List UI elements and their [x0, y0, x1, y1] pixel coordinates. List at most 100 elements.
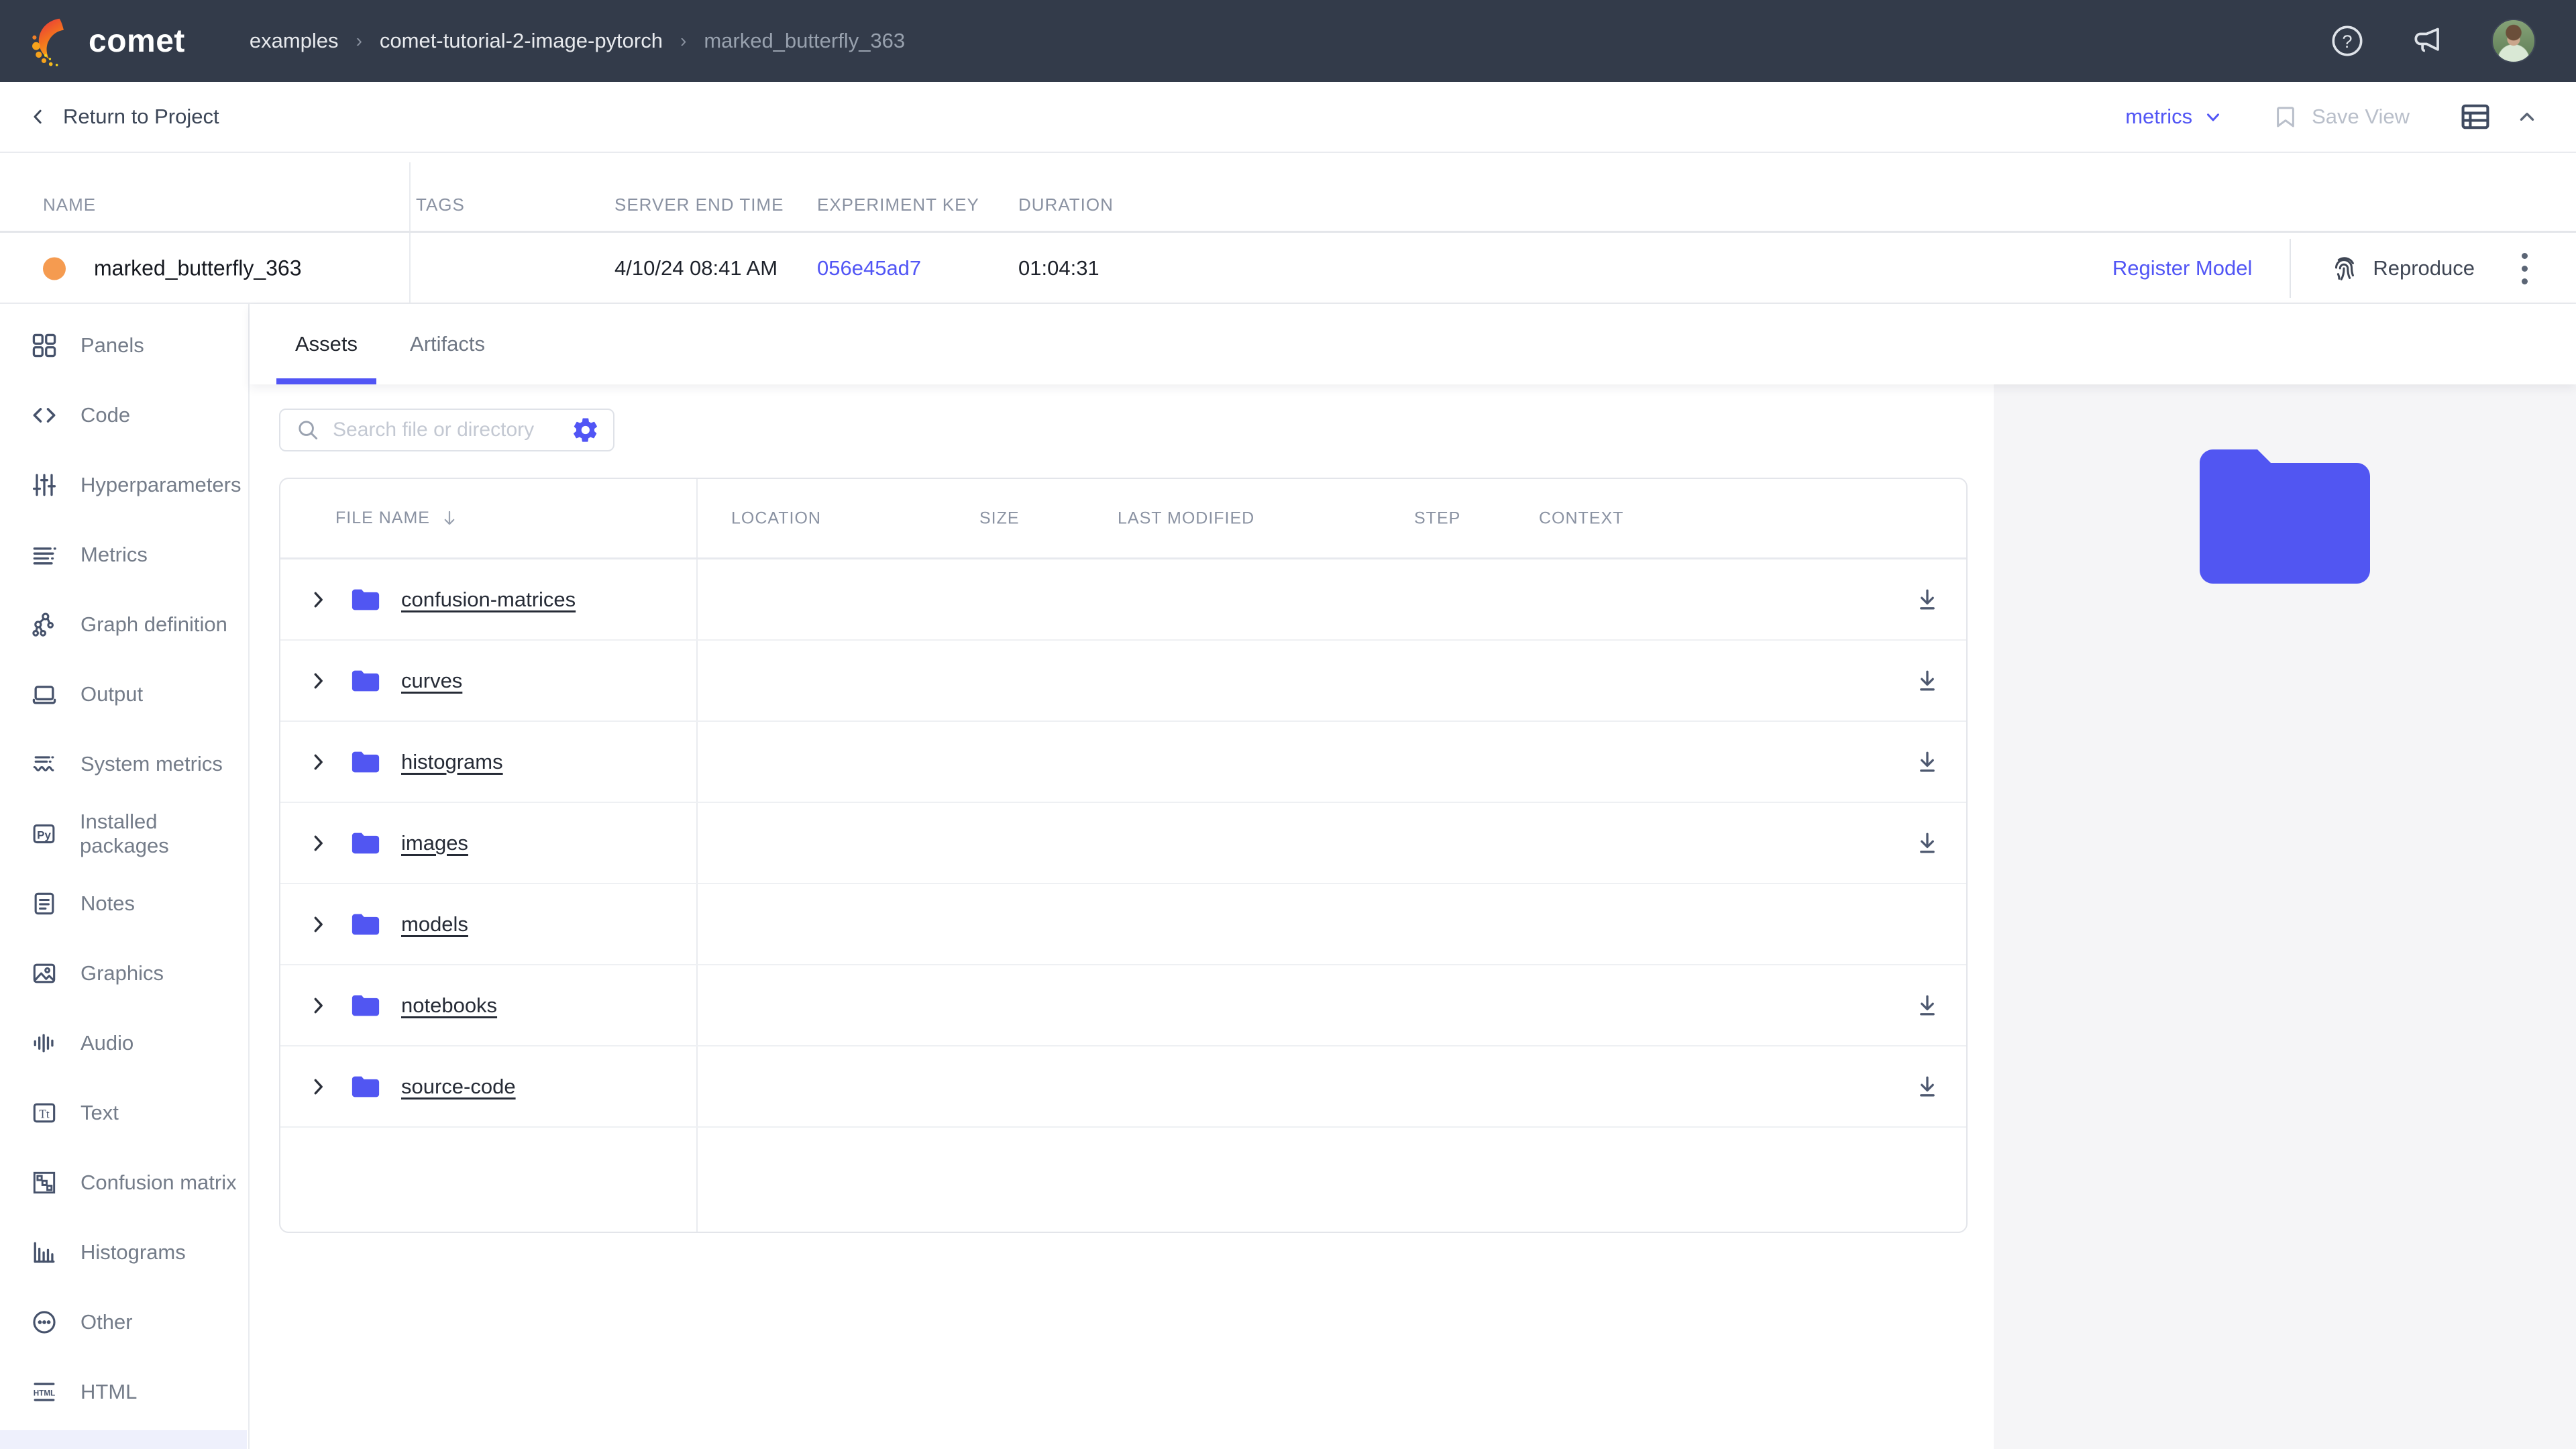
breadcrumb-experiment: marked_butterfly_363 [704, 29, 905, 53]
sidebar-item-hyperparameters[interactable]: Hyperparameters [0, 450, 248, 520]
folder-link[interactable]: histograms [401, 750, 503, 774]
column-header-file-name[interactable]: FILE NAME [335, 508, 460, 529]
tab-assets[interactable]: Assets [276, 304, 376, 384]
ellipsis-circle-icon [30, 1307, 59, 1337]
folder-icon [350, 1073, 381, 1100]
return-to-project-button[interactable]: Return to Project [28, 105, 219, 129]
sort-descending-icon [439, 508, 460, 529]
expand-chevron-icon[interactable] [306, 912, 330, 936]
text-icon: Tt [30, 1098, 59, 1128]
expand-chevron-icon[interactable] [306, 669, 330, 693]
sidebar-item-label: Notes [80, 892, 135, 916]
reproduce-button[interactable]: Reproduce [2328, 253, 2475, 284]
folder-link[interactable]: confusion-matrices [401, 588, 576, 612]
asset-row-notebooks: notebooks [280, 965, 1966, 1046]
comet-logo[interactable]: comet [24, 13, 185, 68]
sidebar-item-label: Output [80, 682, 143, 706]
expand-chevron-icon[interactable] [306, 588, 330, 612]
column-header-step: STEP [1414, 508, 1460, 528]
histogram-icon [30, 1238, 59, 1267]
download-icon[interactable] [1913, 747, 1942, 777]
table-layout-toggle[interactable] [2458, 99, 2538, 134]
tab-assets-label: Assets [295, 332, 358, 356]
download-icon[interactable] [1913, 828, 1942, 858]
experiment-key-link[interactable]: 056e45ad7 [817, 256, 921, 280]
folder-link[interactable]: notebooks [401, 994, 497, 1018]
sidebar-item-panels[interactable]: Panels [0, 311, 248, 380]
asset-row-confusion-matrices: confusion-matrices [280, 559, 1966, 641]
sidebar-item-notes[interactable]: Notes [0, 869, 248, 938]
experiment-name-cell: marked_butterfly_363 [43, 256, 302, 281]
sidebar-item-selected-partial[interactable] [0, 1430, 247, 1449]
folder-icon [350, 830, 381, 857]
experiment-toolbar: Return to Project metrics Save View [0, 82, 2576, 153]
search-settings-gear-icon[interactable] [572, 416, 600, 444]
folder-link[interactable]: models [401, 912, 468, 936]
folder-link[interactable]: curves [401, 669, 462, 693]
table-view-icon [2458, 99, 2493, 134]
sidebar-item-label: Metrics [80, 543, 148, 567]
sidebar-item-audio[interactable]: Audio [0, 1008, 248, 1078]
sidebar-item-graphics[interactable]: Graphics [0, 938, 248, 1008]
tab-artifacts[interactable]: Artifacts [391, 304, 504, 384]
experiment-name: marked_butterfly_363 [94, 256, 302, 281]
return-to-project-label: Return to Project [63, 105, 219, 129]
header-separator [0, 231, 2576, 233]
breadcrumb: examples › comet-tutorial-2-image-pytorc… [250, 29, 905, 53]
fingerprint-icon [2328, 253, 2359, 284]
folder-icon [350, 667, 381, 694]
view-selector-value: metrics [2125, 105, 2192, 129]
register-model-button[interactable]: Register Model [2112, 256, 2252, 280]
sidebar-item-confusion-matrix[interactable]: Confusion matrix [0, 1148, 248, 1218]
sidebar-item-label: Text [80, 1101, 119, 1125]
sidebar-item-code[interactable]: Code [0, 380, 248, 450]
asset-row-models: models [280, 884, 1966, 965]
tab-artifacts-label: Artifacts [410, 332, 485, 356]
sidebar-item-label: Hyperparameters [80, 473, 241, 497]
folder-link[interactable]: source-code [401, 1075, 516, 1099]
breadcrumb-separator: › [680, 30, 686, 52]
download-icon[interactable] [1913, 991, 1942, 1020]
user-avatar[interactable] [2491, 19, 2536, 63]
svg-text:?: ? [2342, 32, 2352, 52]
download-icon[interactable] [1913, 666, 1942, 696]
announcements-megaphone-icon[interactable] [2410, 22, 2447, 60]
breadcrumb-separator: › [356, 30, 362, 52]
asset-row-images: images [280, 803, 1966, 884]
help-icon[interactable]: ? [2329, 23, 2365, 59]
sidebar-item-graph-definition[interactable]: Graph definition [0, 590, 248, 659]
row-overflow-menu-icon[interactable] [2512, 248, 2537, 290]
comet-logo-text: comet [89, 23, 185, 60]
sidebar-item-metrics[interactable]: Metrics [0, 520, 248, 590]
sidebar-item-output[interactable]: Output [0, 659, 248, 729]
breadcrumb-project[interactable]: comet-tutorial-2-image-pytorch [380, 29, 663, 53]
sidebar-item-histograms[interactable]: Histograms [0, 1218, 248, 1287]
breadcrumb-project-group[interactable]: examples [250, 29, 339, 53]
sidebar-item-text[interactable]: Tt Text [0, 1078, 248, 1148]
sidebar-item-html[interactable]: HTML HTML [0, 1357, 248, 1427]
bookmark-icon [2271, 103, 2300, 131]
download-icon[interactable] [1913, 1072, 1942, 1102]
expand-chevron-icon[interactable] [306, 750, 330, 774]
assets-table-header: FILE NAME LOCATION SIZE LAST MODIFIED ST… [280, 479, 1966, 559]
image-icon [30, 959, 59, 988]
save-view-button[interactable]: Save View [2271, 103, 2410, 131]
expand-chevron-icon[interactable] [306, 831, 330, 855]
sidebar-item-label: Graphics [80, 961, 164, 985]
terminal-output-icon [30, 680, 59, 709]
experiment-summary-table: NAME TAGS SERVER END TIME EXPERIMENT KEY… [0, 153, 2576, 304]
sliders-icon [30, 470, 59, 500]
expand-chevron-icon[interactable] [306, 1075, 330, 1099]
asset-row-curves: curves [280, 641, 1966, 722]
sidebar-item-other[interactable]: Other [0, 1287, 248, 1357]
expand-chevron-icon[interactable] [306, 994, 330, 1018]
download-icon[interactable] [1913, 585, 1942, 614]
sidebar-item-installed-packages[interactable]: Py Installed packages [0, 799, 248, 869]
column-header-duration: DURATION [1018, 195, 1114, 215]
folder-link[interactable]: images [401, 831, 468, 855]
sidebar-item-system-metrics[interactable]: System metrics [0, 729, 248, 799]
view-selector-dropdown[interactable]: metrics [2125, 105, 2223, 129]
panels-grid-icon [30, 331, 59, 360]
search-input[interactable] [333, 419, 559, 441]
folder-icon [350, 911, 381, 938]
